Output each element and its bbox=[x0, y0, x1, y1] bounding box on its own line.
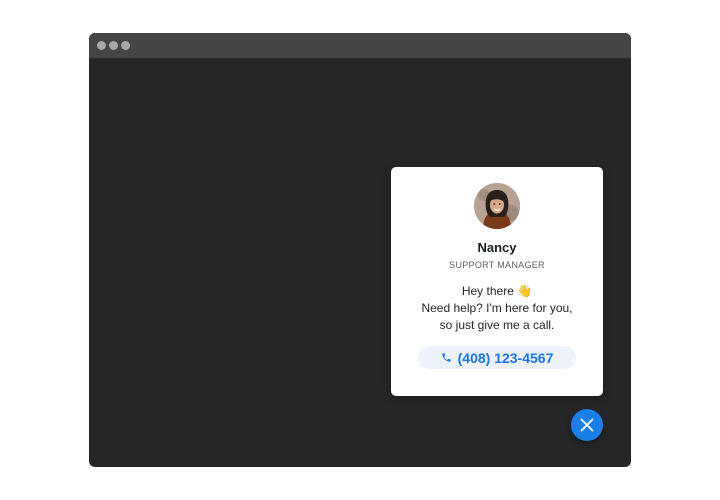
contact-card: Nancy SUPPORT MANAGER Hey there 👋 Need h… bbox=[391, 167, 603, 396]
greeting-line: Need help? I'm here for you, bbox=[421, 301, 573, 315]
greeting-message: Hey there 👋 Need help? I'm here for you,… bbox=[391, 283, 603, 334]
window-controls bbox=[97, 41, 130, 50]
phone-number: (408) 123-4567 bbox=[457, 349, 554, 366]
close-widget-button[interactable] bbox=[571, 409, 603, 441]
avatar-photo-icon bbox=[474, 183, 520, 229]
greeting-line: so just give me a call. bbox=[439, 318, 555, 332]
title-bar bbox=[89, 33, 631, 58]
call-phone-button[interactable]: (408) 123-4567 bbox=[418, 346, 576, 369]
agent-name: Nancy bbox=[477, 240, 517, 255]
phone-icon bbox=[442, 353, 451, 362]
avatar bbox=[474, 183, 520, 229]
close-icon bbox=[580, 418, 594, 432]
window-dot-minimize[interactable] bbox=[109, 41, 118, 50]
window-dot-maximize[interactable] bbox=[121, 41, 130, 50]
greeting-line: Hey there 👋 bbox=[461, 284, 533, 298]
window-dot-close[interactable] bbox=[97, 41, 106, 50]
agent-role: SUPPORT MANAGER bbox=[449, 260, 545, 270]
